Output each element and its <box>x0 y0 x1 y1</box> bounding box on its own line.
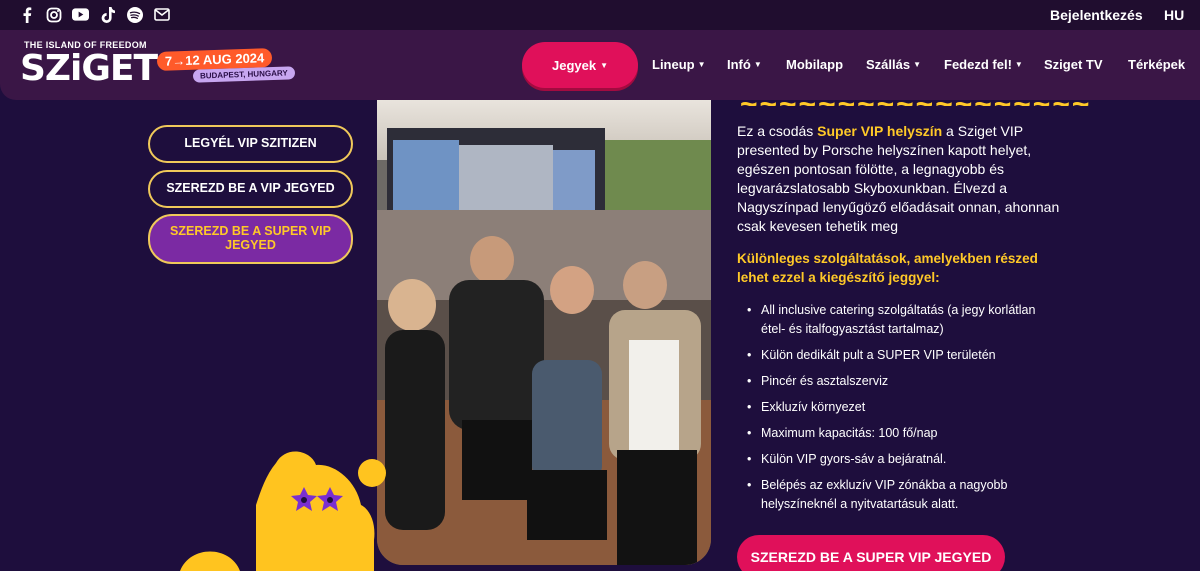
festival-location-badge: BUDAPEST, HUNGARY <box>192 66 295 83</box>
chevron-down-icon: ▼ <box>600 60 608 70</box>
intro-text: Ez a csodás <box>737 123 818 139</box>
list-item: Belépés az exkluzív VIP zónákba a nagyob… <box>737 476 1062 514</box>
section-title-fragment: ~~~~~~~~~~~~~~~~~~ <box>740 88 1092 106</box>
instagram-icon[interactable] <box>45 6 62 23</box>
decorative-shape <box>180 545 240 571</box>
login-link[interactable]: Bejelentkezés <box>1050 7 1143 23</box>
super-vip-photo <box>377 100 711 565</box>
nav-item-label: Infó <box>727 57 751 72</box>
intro-highlight: Super VIP helyszín <box>817 123 943 139</box>
services-subheading: Különleges szolgáltatások, amelyekben ré… <box>737 251 1038 285</box>
language-selector[interactable]: HU <box>1164 7 1184 23</box>
tickets-menu-button[interactable]: Jegyek ▼ <box>522 42 638 88</box>
chevron-down-icon: ▼ <box>753 60 762 69</box>
nav-item-mobilapp[interactable]: Mobilapp <box>786 57 843 72</box>
tiktok-icon[interactable] <box>99 6 116 23</box>
nav-item-sziget-tv[interactable]: Sziget TV <box>1044 57 1103 72</box>
list-item: Pincér és asztalszerviz <box>737 372 1062 391</box>
list-item: Külön VIP gyors-sáv a bejáratnál. <box>737 450 1062 469</box>
nav-item-lineup[interactable]: Lineup ▼ <box>652 57 706 72</box>
nav-item-info[interactable]: Infó ▼ <box>727 57 762 72</box>
intro-paragraph: Ez a csodás Super VIP helyszín a Sziget … <box>737 122 1062 236</box>
nav-item-accommodation[interactable]: Szállás ▼ <box>866 57 921 72</box>
nav-item-label: Szállás <box>866 57 911 72</box>
chevron-down-icon: ▼ <box>697 60 706 69</box>
list-item: All inclusive catering szolgáltatás (a j… <box>737 301 1062 339</box>
list-item: Exkluzív környezet <box>737 398 1062 417</box>
chevron-down-icon: ▼ <box>1014 60 1023 69</box>
nav-item-label: Lineup <box>652 57 695 72</box>
list-item: Külön dedikált pult a SUPER VIP területé… <box>737 346 1062 365</box>
vip-citizen-button[interactable]: LEGYÉL VIP SZITIZEN <box>148 125 353 163</box>
facebook-icon[interactable] <box>18 6 35 23</box>
vip-ticket-button[interactable]: SZEREZD BE A VIP JEGYED <box>148 170 353 208</box>
super-vip-ticket-button[interactable]: SZEREZD BE A SUPER VIP JEGYED <box>148 214 353 264</box>
mail-icon[interactable] <box>153 6 170 23</box>
services-list: All inclusive catering szolgáltatás (a j… <box>737 301 1062 514</box>
intro-text-continued: a Sziget VIP presented by Porsche helysz… <box>737 123 1060 234</box>
nav-item-label: Térképek <box>1128 57 1186 72</box>
buy-super-vip-button[interactable]: SZEREZD BE A SUPER VIP JEGYED <box>737 535 1005 571</box>
logo-wordmark[interactable]: SZiGET <box>20 48 158 89</box>
social-links <box>18 6 170 23</box>
spotify-icon[interactable] <box>126 6 143 23</box>
mascot-illustration <box>256 445 386 571</box>
youtube-icon[interactable] <box>72 6 89 23</box>
nav-item-label: Sziget TV <box>1044 57 1103 72</box>
nav-item-maps[interactable]: Térképek <box>1128 57 1185 72</box>
chevron-down-icon: ▼ <box>913 60 922 69</box>
super-vip-description: Ez a csodás Super VIP helyszín a Sziget … <box>737 122 1062 521</box>
nav-item-label: Fedezd fel! <box>944 57 1012 72</box>
list-item: Maximum kapacitás: 100 fő/nap <box>737 424 1062 443</box>
nav-item-label: Mobilapp <box>786 57 844 72</box>
top-bar: Bejelentkezés HU <box>0 0 1200 30</box>
nav-item-explore[interactable]: Fedezd fel! ▼ <box>944 57 1023 72</box>
tickets-label: Jegyek <box>551 57 597 73</box>
